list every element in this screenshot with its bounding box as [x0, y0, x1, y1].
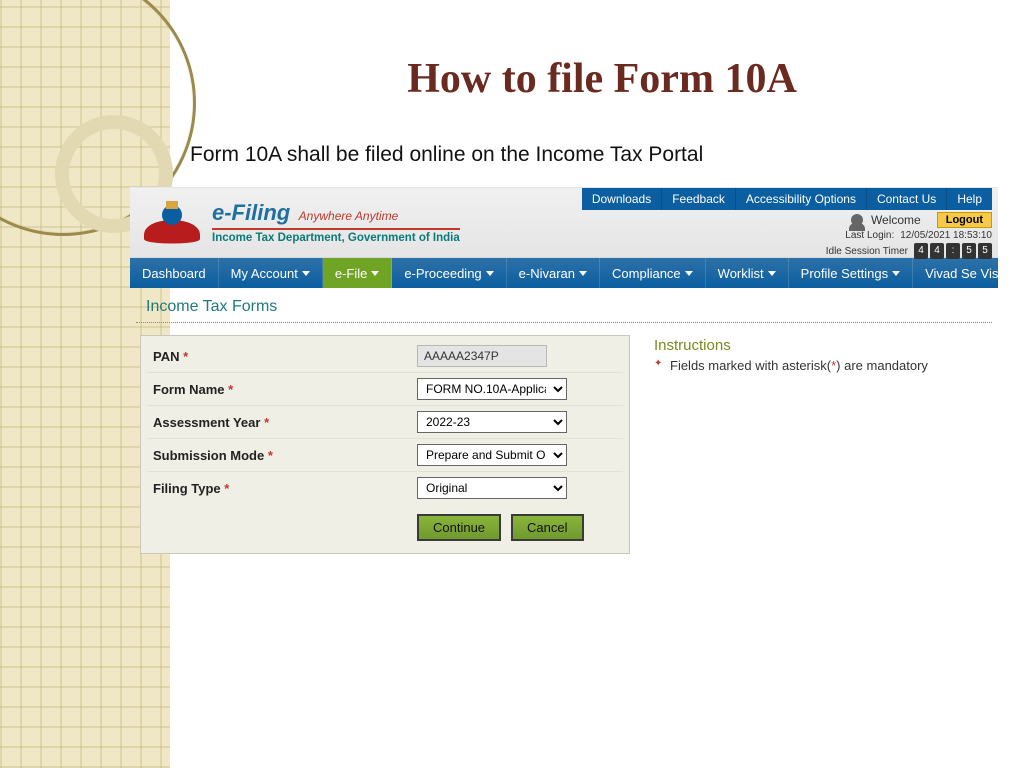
pan-label: PAN *	[147, 349, 417, 364]
nav-item-label: Compliance	[612, 266, 681, 281]
last-login-value: 12/05/2021 18:53:10	[900, 230, 992, 241]
nav-item-e-proceeding[interactable]: e-Proceeding	[392, 258, 506, 288]
chevron-down-icon	[486, 271, 494, 276]
chevron-down-icon	[371, 271, 379, 276]
idle-digit: 4	[930, 243, 944, 259]
instructions-panel: Instructions Fields marked with asterisk…	[654, 335, 988, 554]
chevron-down-icon	[579, 271, 587, 276]
nav-item-label: e-Nivaran	[519, 266, 575, 281]
idle-timer: 4 4 : 5 5	[914, 243, 992, 259]
submission-mode-label: Submission Mode *	[147, 448, 417, 463]
idle-timer-label: Idle Session Timer	[826, 246, 908, 257]
brand-text: e-Filing Anywhere Anytime Income Tax Dep…	[212, 200, 460, 244]
section-title: Income Tax Forms	[136, 288, 992, 323]
chevron-down-icon	[302, 271, 310, 276]
nav-item-worklist[interactable]: Worklist	[706, 258, 789, 288]
top-tab-contact[interactable]: Contact Us	[867, 188, 947, 210]
cancel-button[interactable]: Cancel	[511, 514, 583, 541]
submission-mode-select[interactable]: Prepare and Submit Online	[417, 444, 567, 466]
nav-item-my-account[interactable]: My Account	[219, 258, 323, 288]
nav-item-label: e-File	[335, 266, 368, 281]
logo-block: e-Filing Anywhere Anytime Income Tax Dep…	[136, 191, 460, 255]
assessment-year-select[interactable]: 2022-23	[417, 411, 567, 433]
chevron-down-icon	[892, 271, 900, 276]
instructions-heading: Instructions	[654, 337, 980, 354]
nav-item-e-nivaran[interactable]: e-Nivaran	[507, 258, 600, 288]
nav-item-vivad-se-vishwas[interactable]: Vivad Se Vishwas	[913, 258, 1024, 288]
portal-screenshot: e-Filing Anywhere Anytime Income Tax Dep…	[130, 187, 998, 554]
portal-header: e-Filing Anywhere Anytime Income Tax Dep…	[130, 188, 998, 258]
chevron-down-icon	[685, 271, 693, 276]
nav-item-dashboard[interactable]: Dashboard	[130, 258, 219, 288]
idle-sep: :	[946, 243, 960, 259]
idle-digit: 4	[914, 243, 928, 259]
brand-efiling: e-Filing	[212, 200, 290, 225]
nav-item-label: Worklist	[718, 266, 764, 281]
last-login-label: Last Login:	[845, 230, 894, 241]
filing-type-label: Filing Type *	[147, 481, 417, 496]
user-icon	[851, 214, 863, 226]
nav-item-label: My Account	[231, 266, 298, 281]
nav-item-label: Vivad Se Vishwas	[925, 266, 1024, 281]
brand-tagline: Anywhere Anytime	[299, 209, 399, 223]
form-name-label: Form Name *	[147, 382, 417, 397]
top-tab-feedback[interactable]: Feedback	[662, 188, 736, 210]
emblem-icon	[140, 195, 204, 249]
form-box: PAN * Form Name * FORM NO.10A-Applicatio…	[140, 335, 630, 554]
chevron-down-icon	[768, 271, 776, 276]
instruction-item: Fields marked with asterisk(*) are manda…	[654, 358, 980, 373]
pan-field	[417, 345, 547, 367]
idle-digit: 5	[962, 243, 976, 259]
top-tab-accessibility[interactable]: Accessibility Options	[736, 188, 867, 210]
brand-department: Income Tax Department, Government of Ind…	[212, 228, 460, 244]
nav-item-label: e-Proceeding	[404, 266, 481, 281]
page-subtitle: Form 10A shall be filed online on the In…	[0, 103, 1024, 181]
idle-digit: 5	[978, 243, 992, 259]
assessment-year-label: Assessment Year *	[147, 415, 417, 430]
welcome-label: Welcome	[871, 213, 921, 227]
nav-item-e-file[interactable]: e-File	[323, 258, 393, 288]
main-nav: Dashboard My Account e-File e-Proceeding e-N…	[130, 258, 998, 288]
form-name-select[interactable]: FORM NO.10A-Application	[417, 378, 567, 400]
nav-item-label: Profile Settings	[801, 266, 888, 281]
nav-item-label: Dashboard	[142, 266, 206, 281]
slide: How to file Form 10A Form 10A shall be f…	[0, 0, 1024, 768]
top-tabs: Downloads Feedback Accessibility Options…	[582, 188, 992, 210]
nav-item-profile-settings[interactable]: Profile Settings	[789, 258, 913, 288]
top-tab-downloads[interactable]: Downloads	[582, 188, 662, 210]
page-title: How to file Form 10A	[0, 0, 1024, 103]
continue-button[interactable]: Continue	[417, 514, 501, 541]
filing-type-select[interactable]: Original	[417, 477, 567, 499]
logout-button[interactable]: Logout	[937, 212, 992, 228]
nav-item-compliance[interactable]: Compliance	[600, 258, 706, 288]
top-tab-help[interactable]: Help	[947, 188, 992, 210]
